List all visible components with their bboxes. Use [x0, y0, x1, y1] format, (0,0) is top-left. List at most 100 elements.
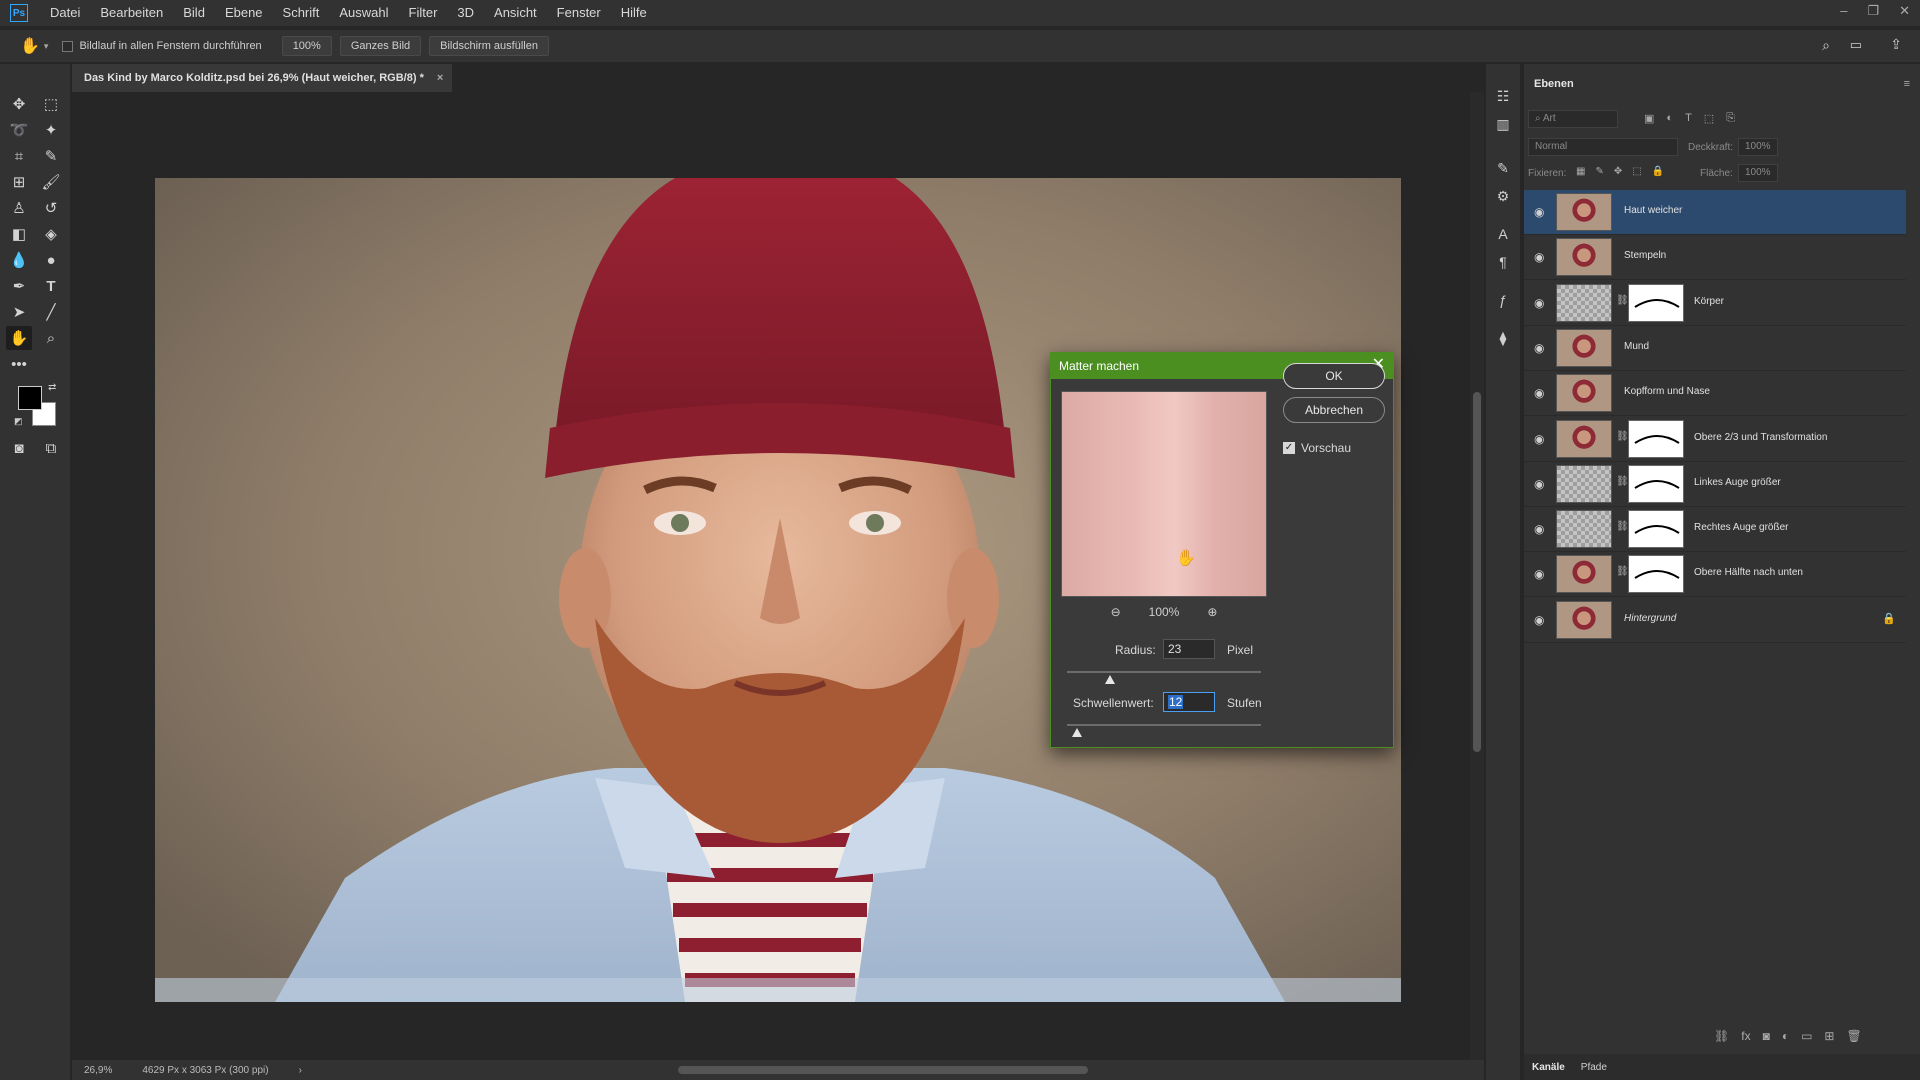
zoom-out-icon[interactable]: ⊖: [1111, 605, 1121, 619]
filter-preview[interactable]: ✋: [1061, 391, 1267, 597]
ok-button[interactable]: OK: [1283, 363, 1385, 389]
menu-item-2[interactable]: Bild: [173, 0, 215, 26]
preview-checkbox[interactable]: ✓ Vorschau: [1283, 441, 1351, 455]
layer-row[interactable]: ◉ ⛓ Rechtes Auge größer: [1524, 507, 1906, 553]
vertical-scrollbar[interactable]: [1470, 92, 1484, 1060]
menu-item-7[interactable]: 3D: [447, 0, 484, 26]
checkbox-box[interactable]: [62, 40, 74, 52]
workspace-icon[interactable]: ▭: [1850, 37, 1862, 53]
layer-row[interactable]: ◉ Stempeln: [1524, 235, 1906, 281]
shape-filter-icon[interactable]: ⬚: [1704, 112, 1714, 125]
layer-mask-thumbnail[interactable]: [1628, 283, 1684, 322]
smart-object-filter-icon[interactable]: ⎘: [1726, 112, 1735, 125]
layer-mask-thumbnail[interactable]: [1628, 419, 1684, 458]
close-tab-icon[interactable]: ×: [437, 72, 443, 84]
layer-row[interactable]: ◉ ⛓ Linkes Auge größer: [1524, 462, 1906, 507]
layer-row[interactable]: ◉ Mund: [1524, 326, 1906, 371]
status-arrow-icon[interactable]: ›: [299, 1065, 302, 1076]
type-tool-icon[interactable]: T: [38, 274, 64, 298]
horizontal-scroll-thumb[interactable]: [678, 1066, 1088, 1074]
radius-slider-track[interactable]: [1067, 671, 1261, 673]
adjustments-icon[interactable]: ⚙: [1495, 188, 1511, 204]
menu-item-5[interactable]: Auswahl: [329, 0, 398, 26]
eraser-tool-icon[interactable]: ◧: [6, 222, 32, 246]
radius-slider-thumb[interactable]: [1104, 675, 1115, 684]
menu-item-6[interactable]: Filter: [399, 0, 448, 26]
panel-menu-icon[interactable]: ≡: [1904, 78, 1910, 90]
menu-item-0[interactable]: Datei: [40, 0, 90, 26]
swap-colors-icon[interactable]: ⇄: [48, 382, 56, 393]
visibility-eye-icon[interactable]: ◉: [1534, 567, 1548, 581]
close-window-icon[interactable]: ✕: [1899, 0, 1910, 22]
menu-item-4[interactable]: Schrift: [273, 0, 330, 26]
mask-link-icon[interactable]: ⛓: [1616, 476, 1629, 490]
actions-icon[interactable]: ⧫: [1495, 330, 1511, 346]
properties-icon[interactable]: ☷: [1495, 88, 1511, 104]
lasso-tool-icon[interactable]: ➰: [6, 118, 32, 142]
visibility-eye-icon[interactable]: ◉: [1534, 296, 1548, 310]
layer-row[interactable]: ◉ ⛓ Obere Hälfte nach unten: [1524, 552, 1906, 598]
tab-paths[interactable]: Pfade: [1581, 1062, 1607, 1073]
menu-item-9[interactable]: Fenster: [547, 0, 611, 26]
lock-transparency-icon[interactable]: ▦: [1576, 166, 1585, 177]
mask-link-icon[interactable]: ⛓: [1616, 566, 1629, 580]
radius-input[interactable]: 23: [1163, 639, 1215, 659]
magic-wand-icon[interactable]: ✦: [38, 118, 64, 142]
menu-item-3[interactable]: Ebene: [215, 0, 273, 26]
visibility-eye-icon[interactable]: ◉: [1534, 341, 1548, 355]
pixel-filter-icon[interactable]: ▣: [1644, 112, 1654, 125]
layer-thumbnail[interactable]: [1556, 328, 1612, 367]
visibility-eye-icon[interactable]: ◉: [1534, 613, 1548, 627]
blend-mode-select[interactable]: Normal: [1528, 138, 1678, 156]
layer-thumbnail[interactable]: [1556, 238, 1612, 277]
document-tab[interactable]: Das Kind by Marco Kolditz.psd bei 26,9% …: [72, 64, 452, 92]
styles-icon[interactable]: ƒ: [1495, 292, 1511, 308]
restore-icon[interactable]: ❐: [1867, 0, 1879, 22]
zoom-tool-icon[interactable]: ⌕: [38, 326, 64, 350]
pen-tool-icon[interactable]: ✒: [6, 274, 32, 298]
opacity-field[interactable]: 100%: [1738, 138, 1778, 156]
histogram-icon[interactable]: ▥: [1495, 116, 1511, 132]
layer-thumbnail[interactable]: [1556, 419, 1612, 458]
visibility-eye-icon[interactable]: ◉: [1534, 522, 1548, 536]
layer-thumbnail[interactable]: [1556, 555, 1612, 594]
layer-filter-field[interactable]: ⌕ Art: [1528, 110, 1618, 128]
dodge-tool-icon[interactable]: ●: [38, 248, 64, 272]
path-selection-icon[interactable]: ➤: [6, 300, 32, 324]
quick-mask-icon[interactable]: ◙: [6, 436, 32, 460]
add-mask-icon[interactable]: ◙: [1763, 1029, 1770, 1043]
zoom-100-button[interactable]: 100%: [281, 36, 332, 56]
tab-channels[interactable]: Kanäle: [1532, 1062, 1565, 1073]
visibility-eye-icon[interactable]: ◉: [1534, 477, 1548, 491]
mask-link-icon[interactable]: ⛓: [1616, 431, 1629, 445]
fill-screen-button[interactable]: Bildschirm ausfüllen: [429, 36, 549, 56]
stamp-tool-icon[interactable]: ♙: [6, 196, 32, 220]
menu-item-1[interactable]: Bearbeiten: [90, 0, 173, 26]
visibility-eye-icon[interactable]: ◉: [1534, 205, 1548, 219]
adjustment-layer-icon[interactable]: ◐: [1782, 1029, 1789, 1043]
scroll-all-checkbox[interactable]: Bildlauf in allen Fenstern durchführen: [62, 40, 262, 52]
layer-row[interactable]: ◉ Haut weicher: [1524, 190, 1906, 235]
new-layer-icon[interactable]: ⊞: [1824, 1029, 1834, 1043]
threshold-slider-track[interactable]: [1067, 724, 1261, 726]
layer-lock-icon[interactable]: 🔒: [1882, 612, 1896, 625]
visibility-eye-icon[interactable]: ◉: [1534, 250, 1548, 264]
menu-item-8[interactable]: Ansicht: [484, 0, 547, 26]
layer-thumbnail[interactable]: [1556, 510, 1612, 549]
layer-thumbnail[interactable]: [1556, 374, 1612, 413]
brush-tool-icon[interactable]: 🖌: [38, 170, 64, 194]
crop-tool-icon[interactable]: ⌗: [6, 144, 32, 168]
screen-mode-icon[interactable]: ⧉: [38, 436, 64, 460]
fill-field[interactable]: 100%: [1738, 164, 1778, 182]
threshold-slider-thumb[interactable]: [1071, 728, 1082, 737]
layer-row[interactable]: ◉ Kopfform und Nase: [1524, 371, 1906, 417]
layer-thumbnail[interactable]: [1556, 193, 1612, 231]
status-doc-info[interactable]: 4629 Px x 3063 Px (300 ppi): [142, 1065, 268, 1076]
status-zoom[interactable]: 26,9%: [84, 1065, 112, 1076]
fit-screen-button[interactable]: Ganzes Bild: [339, 36, 422, 56]
zoom-in-icon[interactable]: ⊕: [1207, 605, 1217, 619]
mask-link-icon[interactable]: ⛓: [1616, 295, 1629, 309]
hand-tool-icon[interactable]: ✋: [20, 36, 40, 56]
move-tool-icon[interactable]: ✥: [6, 92, 32, 116]
lock-pixels-icon[interactable]: ✎: [1595, 166, 1603, 177]
